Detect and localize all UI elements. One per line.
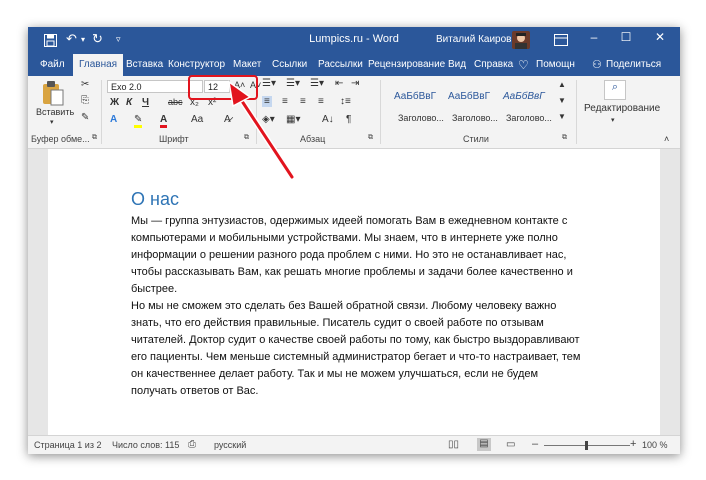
tab-mailings[interactable]: Рассылки [318, 54, 363, 76]
document-heading[interactable]: О нас [131, 189, 179, 210]
read-mode-icon[interactable]: ▯▯ [448, 439, 459, 450]
shading-icon[interactable]: ◈▾ [262, 114, 275, 125]
bullets-icon[interactable]: ☰▾ [262, 78, 276, 89]
ribbon-tabs: Файл Главная Вставка Конструктор Макет С… [28, 54, 680, 76]
paste-dropdown-icon[interactable]: ▾ [50, 118, 54, 126]
borders-icon[interactable]: ▦▾ [286, 114, 300, 125]
zoom-in-icon[interactable]: + [630, 438, 636, 450]
editing-button[interactable]: Редактирование [584, 103, 660, 114]
divider [380, 80, 381, 144]
highlight-color-icon[interactable]: ✎ [134, 114, 143, 128]
tab-references[interactable]: Ссылки [272, 54, 307, 76]
highlight-box [188, 75, 258, 100]
share-icon[interactable]: ⚇ [592, 54, 602, 76]
paragraph-group-label: Абзац [300, 134, 326, 144]
style-name[interactable]: Заголово... [452, 113, 498, 123]
page-count[interactable]: Страница 1 из 2 [34, 440, 101, 450]
share-button[interactable]: Поделиться [606, 54, 661, 76]
style-sample[interactable]: АаБбВвГ [503, 91, 545, 102]
window-title: Lumpics.ru - Word [309, 33, 399, 45]
title-bar: ↶ ▾ ↻ ▿ Lumpics.ru - Word Виталий Каиров… [28, 27, 680, 54]
language[interactable]: русский [214, 440, 246, 450]
numbering-icon[interactable]: ☰▾ [286, 78, 300, 89]
divider [101, 80, 102, 144]
strikethrough-button[interactable]: abc [168, 97, 183, 107]
sort-icon[interactable]: A↓ [322, 114, 334, 125]
zoom-out-icon[interactable]: – [532, 438, 538, 450]
ribbon: Вставить ▾ ✂ ⎘ ✎ Буфер обме... ⧉ Exo 2.0… [28, 76, 680, 149]
tab-view[interactable]: Вид [448, 54, 466, 76]
tab-design[interactable]: Конструктор [168, 54, 225, 76]
align-right-icon[interactable]: ≡ [300, 96, 306, 107]
tab-layout[interactable]: Макет [233, 54, 261, 76]
align-left-icon[interactable]: ≡ [262, 96, 272, 107]
tab-help[interactable]: Справка [474, 54, 513, 76]
zoom-slider-thumb[interactable] [585, 441, 588, 450]
document-area: О нас Мы — группа энтузиастов, одержимых… [28, 149, 680, 435]
tab-insert[interactable]: Вставка [126, 54, 163, 76]
styles-launcher-icon[interactable]: ⧉ [562, 134, 567, 142]
italic-button[interactable]: К [126, 97, 132, 108]
close-icon[interactable]: ✕ [650, 30, 670, 44]
editing-dropdown-icon[interactable]: ▾ [611, 116, 615, 124]
ribbon-display-icon[interactable] [554, 34, 568, 46]
document-page[interactable]: О нас Мы — группа энтузиастов, одержимых… [48, 149, 660, 435]
style-sample[interactable]: АаБбВвГ [448, 91, 490, 102]
paragraph[interactable]: Но мы не сможем это сделать без Вашей об… [131, 298, 581, 400]
paste-button[interactable]: Вставить [36, 107, 74, 117]
justify-icon[interactable]: ≡ [318, 96, 324, 107]
zoom-level[interactable]: 100 % [642, 440, 668, 450]
style-name[interactable]: Заголово... [506, 113, 552, 123]
clear-format-icon[interactable]: A̷ [224, 114, 231, 125]
underline-button[interactable]: Ч [142, 97, 149, 108]
paragraph-launcher-icon[interactable]: ⧉ [368, 134, 373, 142]
tab-home[interactable]: Главная [73, 54, 124, 76]
style-sample[interactable]: АаБбВвГ [394, 91, 436, 102]
web-layout-icon[interactable]: ▭ [506, 439, 515, 450]
multilevel-icon[interactable]: ☰▾ [310, 78, 324, 89]
tab-tell-me[interactable]: Помощн [536, 54, 575, 76]
font-color-icon[interactable]: A [160, 114, 168, 128]
text-effects-icon[interactable]: A [110, 114, 117, 125]
copy-icon[interactable]: ⎘ [81, 95, 89, 106]
divider [576, 80, 577, 144]
format-painter-icon[interactable]: ✎ [81, 112, 89, 123]
maximize-icon[interactable]: ☐ [616, 30, 636, 44]
styles-group-label: Стили [463, 134, 489, 144]
show-marks-icon[interactable]: ¶ [346, 114, 351, 125]
user-name[interactable]: Виталий Каиров [436, 34, 511, 45]
font-group-label: Шрифт [159, 134, 189, 144]
editing-search-icon[interactable]: ⌕ [604, 80, 626, 100]
decrease-indent-icon[interactable]: ⇤ [335, 78, 343, 89]
clipboard-icon[interactable] [42, 80, 64, 106]
collapse-ribbon-icon[interactable]: ˄ [664, 134, 669, 144]
lightbulb-icon[interactable]: ♡ [518, 54, 529, 76]
word-window: ↶ ▾ ↻ ▿ Lumpics.ru - Word Виталий Каиров… [28, 27, 680, 454]
style-name[interactable]: Заголово... [398, 113, 444, 123]
proofing-icon[interactable]: ⎙ [188, 439, 196, 450]
font-launcher-icon[interactable]: ⧉ [244, 134, 249, 142]
styles-scroll-up-icon[interactable]: ▲ [558, 80, 566, 89]
minimize-icon[interactable]: – [584, 30, 604, 44]
clipboard-launcher-icon[interactable]: ⧉ [92, 134, 97, 142]
increase-indent-icon[interactable]: ⇥ [351, 78, 359, 89]
cut-icon[interactable]: ✂ [81, 79, 89, 90]
tab-review[interactable]: Рецензирование [368, 54, 445, 76]
change-case-icon[interactable]: Aa [191, 114, 203, 125]
styles-scroll-down-icon[interactable]: ▼ [558, 96, 566, 105]
paragraph[interactable]: Мы — группа энтузиастов, одержимых идеей… [131, 213, 581, 298]
line-spacing-icon[interactable]: ↕≡ [340, 96, 351, 107]
bold-button[interactable]: Ж [110, 97, 119, 108]
word-count[interactable]: Число слов: 115 [112, 440, 179, 450]
tab-file[interactable]: Файл [40, 54, 65, 76]
avatar[interactable] [512, 31, 530, 49]
status-bar: Страница 1 из 2 Число слов: 115 ⎙ русски… [28, 435, 680, 454]
print-layout-icon[interactable]: ▤ [477, 438, 491, 451]
styles-more-icon[interactable]: ▼ [558, 112, 566, 121]
align-center-icon[interactable]: ≡ [282, 96, 288, 107]
clipboard-group-label: Буфер обме... [31, 134, 90, 144]
